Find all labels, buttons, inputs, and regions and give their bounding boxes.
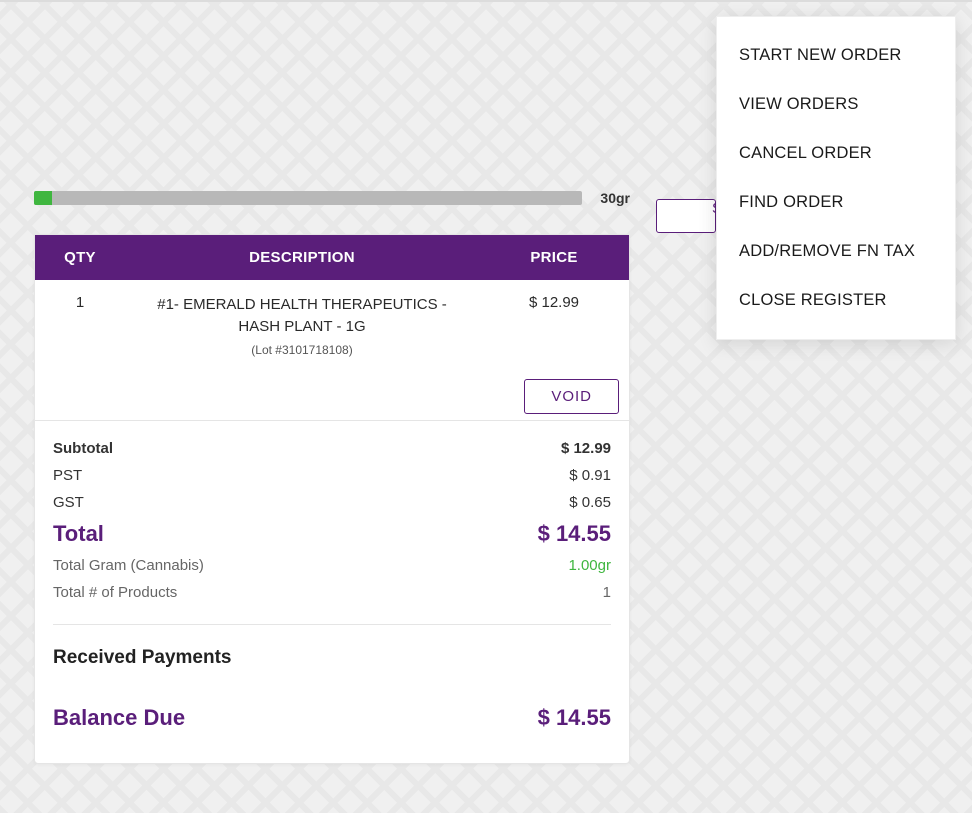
total-count-label: Total # of Products [53, 584, 177, 601]
total-count-value: 1 [603, 584, 611, 601]
line-desc-text: #1- EMERALD HEALTH THERAPEUTICS - HASH P… [135, 294, 469, 338]
progress-max-label: 30gr [600, 190, 630, 206]
gst-label: GST [53, 494, 84, 511]
divider [53, 624, 611, 625]
actions-dropdown-menu: START NEW ORDER VIEW ORDERS CANCEL ORDER… [716, 16, 956, 340]
progress-row: 30gr [34, 190, 630, 206]
line-lot: (Lot #3101718108) [135, 342, 469, 359]
menu-add-remove-fn-tax[interactable]: ADD/REMOVE FN TAX [717, 227, 955, 276]
pst-label: PST [53, 467, 82, 484]
gst-value: $ 0.65 [569, 494, 611, 511]
void-row: VOID [35, 365, 629, 420]
col-description: DESCRIPTION [125, 235, 479, 280]
menu-view-orders[interactable]: VIEW ORDERS [717, 80, 955, 129]
balance-row: Balance Due $ 14.55 [53, 675, 611, 739]
line-item-row: 1 #1- EMERALD HEALTH THERAPEUTICS - HASH… [35, 280, 629, 365]
pst-value: $ 0.91 [569, 467, 611, 484]
subtotal-row: Subtotal $ 12.99 [53, 435, 611, 462]
gst-row: GST $ 0.65 [53, 489, 611, 516]
order-panel: QTY DESCRIPTION PRICE 1 #1- EMERALD HEAL… [34, 234, 630, 764]
col-price: PRICE [479, 235, 629, 280]
void-button[interactable]: VOID [524, 379, 619, 414]
total-row: Total $ 14.55 [53, 516, 611, 552]
pst-row: PST $ 0.91 [53, 462, 611, 489]
progress-bar [34, 191, 582, 205]
table-header-row: QTY DESCRIPTION PRICE [35, 235, 629, 280]
total-gram-value: 1.00gr [568, 557, 611, 574]
menu-find-order[interactable]: FIND ORDER [717, 178, 955, 227]
subtotal-value: $ 12.99 [561, 440, 611, 457]
menu-cancel-order[interactable]: CANCEL ORDER [717, 129, 955, 178]
subtotal-label: Subtotal [53, 440, 113, 457]
line-qty: 1 [35, 280, 125, 365]
menu-close-register[interactable]: CLOSE REGISTER [717, 276, 955, 325]
received-payments-heading: Received Payments [53, 639, 611, 675]
menu-start-new-order[interactable]: START NEW ORDER [717, 31, 955, 80]
line-items-table: QTY DESCRIPTION PRICE 1 #1- EMERALD HEAL… [35, 235, 629, 420]
totals-section: Subtotal $ 12.99 PST $ 0.91 GST $ 0.65 T… [35, 420, 629, 763]
balance-value: $ 14.55 [538, 705, 611, 731]
total-count-row: Total # of Products 1 [53, 579, 611, 606]
total-value: $ 14.55 [538, 521, 611, 547]
line-description: #1- EMERALD HEALTH THERAPEUTICS - HASH P… [125, 280, 479, 365]
progress-fill [34, 191, 52, 205]
partial-action-button[interactable]: S [656, 199, 716, 233]
total-gram-row: Total Gram (Cannabis) 1.00gr [53, 552, 611, 579]
line-price: $ 12.99 [479, 280, 629, 365]
total-gram-label: Total Gram (Cannabis) [53, 557, 204, 574]
col-qty: QTY [35, 235, 125, 280]
balance-label: Balance Due [53, 705, 185, 731]
total-label: Total [53, 521, 104, 547]
